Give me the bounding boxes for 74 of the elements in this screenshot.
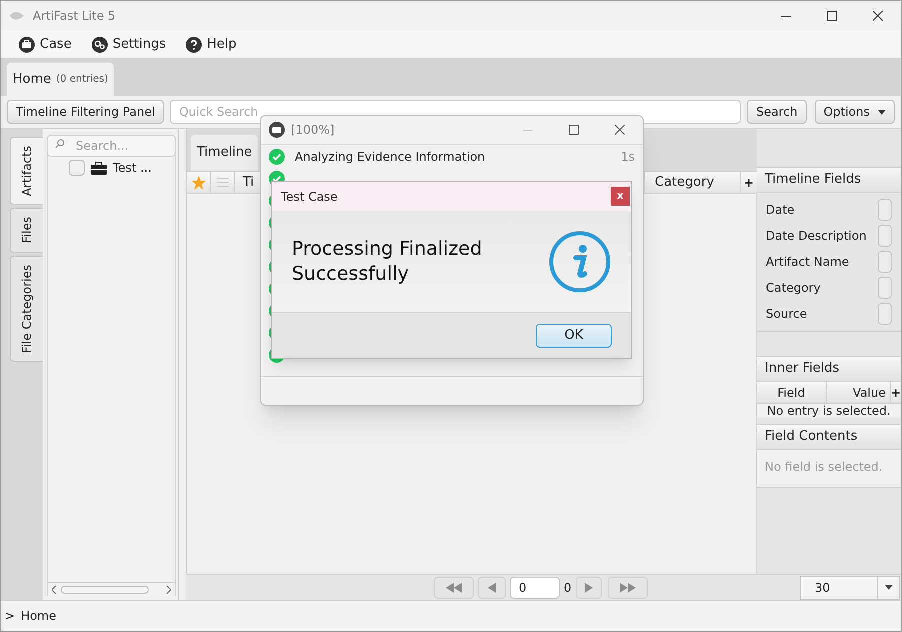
checkbox[interactable] [69,160,85,176]
field-label: Artifact Name [766,254,850,271]
tree-item-label[interactable]: Test ... [113,159,152,177]
lines-icon [216,178,228,187]
info-icon [549,230,611,292]
column-header[interactable]: Category [645,172,741,193]
left-arrow-icon [488,582,496,594]
page-total: 0 [564,580,572,596]
menu-item[interactable]: Settings [92,34,166,54]
panel-header: Field Contents [757,424,901,450]
case-icon [269,122,285,138]
tree-search-field[interactable]: Search... [47,135,176,157]
step-label: Analyzing Evidence Information [295,150,486,164]
window-title: ArtiFast Lite 5 [33,8,116,25]
app-logo-icon [9,10,25,22]
ok-button[interactable]: OK [536,324,612,348]
options-button[interactable]: Options [814,100,895,124]
close-button[interactable]: x [611,187,630,206]
panel-header: Timeline Fields [757,167,901,193]
double-left-arrow-icon [446,582,462,594]
column-header[interactable]: Field [757,382,827,403]
maximize-icon [827,11,837,21]
caret-icon [884,585,892,590]
panel-header: Inner Fields [757,356,901,382]
dialog-message: Processing Finalized Successfully [292,236,484,286]
maximize-icon [569,125,579,135]
first-page-button[interactable] [434,576,474,598]
double-right-arrow-icon [620,582,636,594]
checkbox[interactable] [878,225,892,247]
help-icon [186,36,202,52]
field-label: Date Description [766,228,867,245]
field-label: Source [766,306,808,323]
dialog-title: Test Case [281,188,338,206]
page-field[interactable]: 0 [510,576,560,598]
menu-item[interactable]: Help [186,34,237,54]
last-page-button[interactable] [608,576,648,598]
tab[interactable]: Home (0 entries) [7,63,114,96]
breadcrumb-marker: > [5,608,16,625]
checkbox[interactable] [878,277,892,299]
checkbox[interactable] [878,251,892,273]
briefcase-icon [91,162,107,174]
scrollbar-thumb[interactable] [61,586,149,594]
column-header[interactable]: Value [827,382,891,403]
side-tab[interactable]: File Categories [10,256,43,362]
star-icon [190,174,206,190]
briefcase-icon [19,36,35,52]
dialog-title: [100%] [291,122,335,139]
right-arrow-icon [584,582,593,594]
add-column-button[interactable]: + [741,172,757,193]
empty-message: No entry is selected. [757,404,901,418]
timeline-tab[interactable]: Timeline [191,135,258,171]
menu-item[interactable]: Case [19,34,72,54]
checkbox[interactable] [878,199,892,221]
field-label: Date [766,202,795,219]
search-icon [55,139,65,149]
gears-icon [92,36,108,52]
side-tab[interactable]: Files [10,208,43,253]
step-time: 1s [621,149,635,166]
empty-message: No field is selected. [765,460,883,474]
scroll-right-icon [166,586,171,594]
close-icon [873,11,883,21]
filter-panel-button[interactable]: Timeline Filtering Panel [7,100,164,124]
scroll-left-icon [52,586,57,594]
previous-page-button[interactable] [478,576,506,598]
field-label: Category [766,280,821,297]
breadcrumb-item[interactable]: Home [21,607,56,625]
page-size-dropdown[interactable]: 30 [800,576,900,600]
caret-icon [878,110,886,114]
next-page-button[interactable] [576,576,602,598]
side-tab[interactable]: Artifacts [10,137,43,206]
close-icon [615,125,625,135]
search-button[interactable]: Search [747,100,807,124]
checkbox[interactable] [878,303,892,325]
add-column-button[interactable]: + [891,382,901,403]
